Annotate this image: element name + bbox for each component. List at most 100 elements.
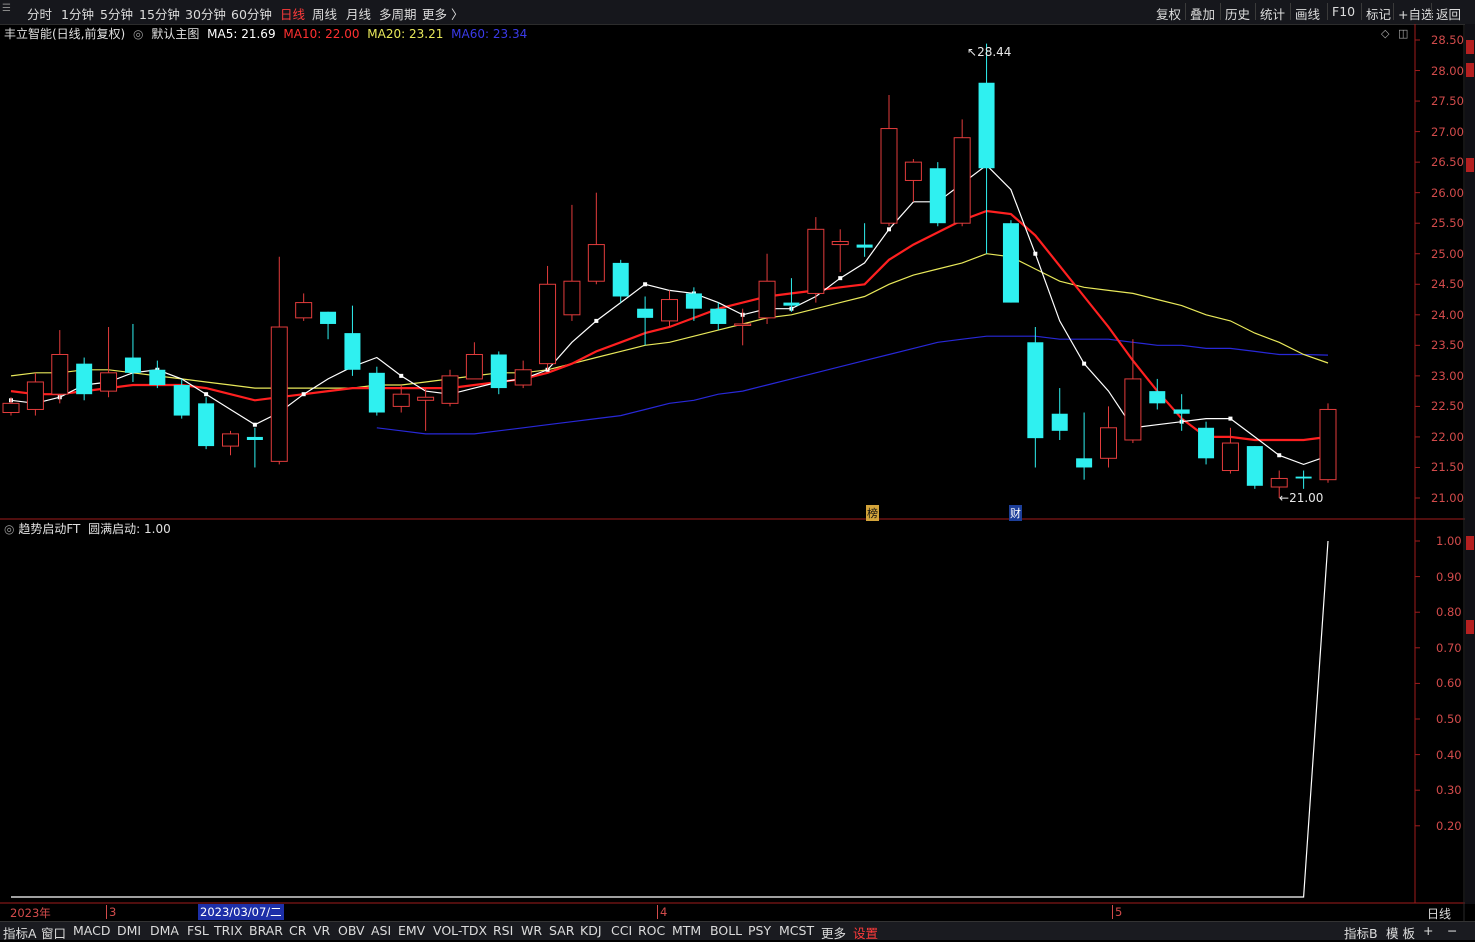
indicator-tab-2[interactable]: MACD xyxy=(73,923,110,938)
candle-body xyxy=(295,302,313,319)
indicator-tab-3[interactable]: DMI xyxy=(117,923,141,938)
candle xyxy=(856,223,873,257)
indicator-tab-23[interactable]: MCST xyxy=(779,923,814,938)
month-3-label: 3 xyxy=(106,905,116,919)
month-4-label: 4 xyxy=(657,905,667,919)
bottom-right-button-1[interactable]: 模 板 xyxy=(1386,923,1415,942)
candle-body xyxy=(514,369,532,386)
side-marker[interactable] xyxy=(1466,40,1474,54)
chart-canvas[interactable] xyxy=(0,0,1475,939)
indicator-tick-label: 0.30 xyxy=(1436,783,1462,798)
side-scrollbar[interactable] xyxy=(1465,24,1475,904)
indicator-tab-17[interactable]: KDJ xyxy=(580,923,602,938)
candle xyxy=(831,229,849,273)
candle-body xyxy=(1173,409,1190,414)
month-5-label: 5 xyxy=(1112,905,1122,919)
candle-body xyxy=(1076,458,1093,468)
candle-body xyxy=(320,311,337,324)
indicator-tab-8[interactable]: CR xyxy=(289,923,306,938)
candle xyxy=(1076,412,1093,480)
indicator-tab-1[interactable]: 窗口 xyxy=(41,923,66,942)
side-marker[interactable] xyxy=(1466,620,1474,634)
candle-body xyxy=(929,168,946,224)
candle-body xyxy=(490,354,507,389)
ma5-dot xyxy=(204,392,209,397)
candle-body xyxy=(612,262,629,297)
indicator-settings-icon[interactable]: ◎ xyxy=(4,522,14,536)
candle xyxy=(1002,220,1019,303)
candle-body xyxy=(270,326,288,462)
indicator-tab-4[interactable]: DMA xyxy=(150,923,179,938)
year-label: 2023年 xyxy=(10,906,51,920)
indicator-tab-18[interactable]: CCI xyxy=(611,923,632,938)
candle xyxy=(953,119,971,227)
indicator-tab-14[interactable]: RSI xyxy=(493,923,513,938)
low-value: 21.00 xyxy=(1289,491,1324,505)
indicator-tick-label: 0.70 xyxy=(1436,640,1462,655)
candle xyxy=(587,192,605,285)
indicator-tab-13[interactable]: VOL-TDX xyxy=(433,923,487,938)
indicator-tab-20[interactable]: MTM xyxy=(672,923,701,938)
price-tick-label: 22.50 xyxy=(1431,399,1464,414)
ma5-dot xyxy=(1277,453,1282,458)
candle xyxy=(490,351,507,395)
indicator-tab-9[interactable]: VR xyxy=(313,923,330,938)
indicator-tab-21[interactable]: BOLL xyxy=(710,923,742,938)
candle xyxy=(539,265,557,370)
indicator-tab-5[interactable]: FSL xyxy=(187,923,209,938)
indicator-tab-22[interactable]: PSY xyxy=(748,923,771,938)
indicator-tab-6[interactable]: TRIX xyxy=(214,923,243,938)
indicator-name[interactable]: 趋势启动FT xyxy=(18,522,80,536)
candle-body xyxy=(417,396,435,401)
candle xyxy=(368,366,385,416)
candle xyxy=(246,427,263,468)
high-marker: ↖28.44 xyxy=(967,45,1012,59)
indicator-tab-25[interactable]: 设置 xyxy=(853,923,878,942)
bottom-right-button-3[interactable]: − xyxy=(1447,923,1457,938)
indicator-tab-11[interactable]: ASI xyxy=(371,923,391,938)
candle xyxy=(904,159,922,202)
candle-body xyxy=(1198,427,1215,459)
ma5-dot xyxy=(252,422,257,427)
indicator-tab-12[interactable]: EMV xyxy=(398,923,425,938)
indicator-tick-label: 0.60 xyxy=(1436,676,1462,691)
candle-body xyxy=(76,363,93,395)
ranking-flag[interactable]: 榜 xyxy=(866,505,879,521)
candle xyxy=(929,162,946,227)
candle-body xyxy=(880,128,898,224)
period-label[interactable]: 日线 xyxy=(1427,905,1451,922)
finance-flag[interactable]: 财 xyxy=(1009,505,1022,521)
indicator-tab-10[interactable]: OBV xyxy=(338,923,365,938)
candle-body xyxy=(465,353,483,380)
indicator-tab-24[interactable]: 更多 xyxy=(821,923,846,942)
candle-body xyxy=(1027,342,1044,439)
candle xyxy=(100,327,118,398)
candle-body xyxy=(198,403,215,447)
ma5-dot xyxy=(1082,361,1087,366)
candle xyxy=(2,397,20,416)
candle xyxy=(26,372,44,416)
ma5-dot xyxy=(1033,251,1038,256)
indicator-info: ◎ 趋势启动FT 圆满启动: 1.00 xyxy=(4,520,171,537)
bottom-right-button-0[interactable]: 指标B xyxy=(1344,923,1378,942)
indicator-tab-0[interactable]: 指标A xyxy=(3,923,37,942)
candle-body xyxy=(710,308,727,324)
candle-body xyxy=(1051,413,1068,431)
candle xyxy=(1100,406,1117,468)
candle-body xyxy=(368,372,385,413)
candle-body xyxy=(222,433,239,447)
price-tick-label: 28.50 xyxy=(1431,33,1464,47)
indicator-tab-7[interactable]: BRAR xyxy=(249,923,283,938)
side-marker[interactable] xyxy=(1466,63,1474,77)
low-marker: ←21.00 xyxy=(1279,491,1324,505)
indicator-tick-label: 0.90 xyxy=(1436,569,1462,584)
indicator-tab-15[interactable]: WR xyxy=(521,923,542,938)
indicator-tabs: 指标A 窗口 MACD DMI DMA FSL TRIX BRAR CR VR OBV ASI EMV V… xyxy=(0,921,1475,942)
bottom-right-button-2[interactable]: + xyxy=(1423,923,1433,938)
side-marker[interactable] xyxy=(1466,158,1474,172)
indicator-tab-19[interactable]: ROC xyxy=(638,923,665,938)
side-marker[interactable] xyxy=(1466,536,1474,550)
candle xyxy=(1124,339,1142,444)
indicator-tab-16[interactable]: SAR xyxy=(549,923,574,938)
candle-body xyxy=(831,241,849,246)
